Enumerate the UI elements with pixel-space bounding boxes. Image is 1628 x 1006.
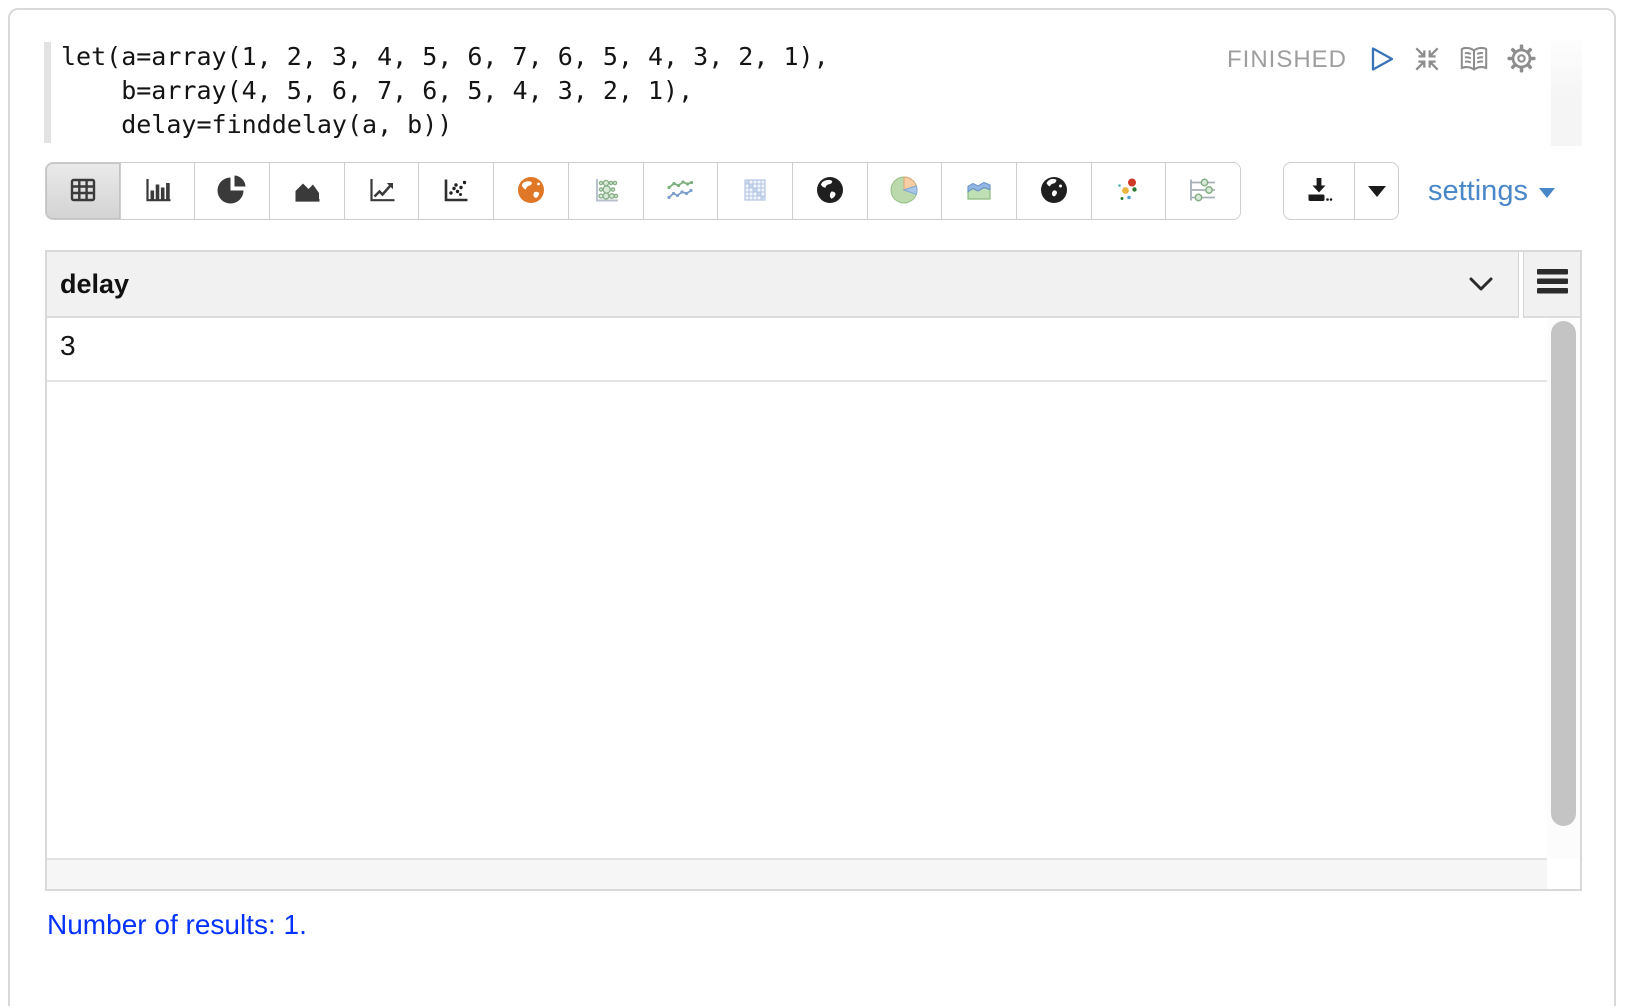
- chevron-down-icon: [1368, 186, 1386, 197]
- toolbar-button-stacked-area-chart[interactable]: [942, 163, 1017, 219]
- toolbar-button-pie-chart[interactable]: [195, 163, 270, 219]
- bar-chart-icon: [141, 173, 175, 210]
- table-row: 3: [47, 318, 1547, 382]
- bubble-chart-icon: [589, 173, 623, 210]
- collapse-icon: [1412, 44, 1442, 77]
- toolbar-button-bubble-chart[interactable]: [569, 163, 644, 219]
- horizontal-scrollbar-track[interactable]: [47, 858, 1547, 889]
- heatmap-icon: [738, 173, 772, 210]
- world-map-dark-icon: [813, 173, 847, 210]
- range-filters-icon: [1186, 173, 1220, 210]
- table-menu-button[interactable]: [1523, 252, 1580, 318]
- table-cell-delay: 3: [47, 318, 1547, 362]
- download-split-button: [1283, 162, 1399, 220]
- editor-gutter-bar: [44, 42, 51, 143]
- column-header-label: delay: [47, 269, 129, 300]
- multi-line-chart-icon: [663, 173, 697, 210]
- hamburger-menu-icon: [1537, 269, 1568, 299]
- vertical-scrollbar-track[interactable]: [1547, 318, 1580, 858]
- code-line: let(a=array(1, 2, 3, 4, 5, 6, 7, 6, 5, 4…: [61, 40, 829, 74]
- toolbar-button-range-filters[interactable]: [1166, 163, 1240, 219]
- chart-type-toolbar: [45, 162, 1241, 220]
- world-map-orange-icon: [514, 173, 548, 210]
- docs-book-icon: [1457, 44, 1491, 77]
- chevron-down-icon: [1539, 188, 1555, 198]
- run-button[interactable]: [1366, 44, 1397, 77]
- area-chart-icon: [290, 173, 324, 210]
- toolbar-button-globe-projection-dark[interactable]: [1017, 163, 1092, 219]
- download-button[interactable]: [1284, 163, 1355, 219]
- code-line: b=array(4, 5, 6, 7, 6, 5, 4, 3, 2, 1),: [61, 74, 829, 108]
- results-count-text: Number of results: 1.: [47, 909, 307, 941]
- collapse-button[interactable]: [1412, 44, 1442, 77]
- toolbar-button-pie-chart-colored[interactable]: [868, 163, 943, 219]
- toolbar-button-table-view[interactable]: [46, 163, 121, 219]
- docs-button[interactable]: [1457, 44, 1491, 77]
- table-header-row: delay: [47, 252, 1580, 318]
- toolbar-button-heatmap[interactable]: [718, 163, 793, 219]
- pie-chart-icon: [215, 173, 249, 210]
- vertical-scrollbar-thumb[interactable]: [1551, 321, 1576, 826]
- code-line: delay=finddelay(a, b)): [61, 108, 829, 142]
- column-header-delay[interactable]: delay: [47, 252, 1519, 318]
- toolbar-button-line-chart[interactable]: [345, 163, 420, 219]
- download-icon: [1302, 175, 1336, 208]
- toolbar-button-world-map-orange[interactable]: [494, 163, 569, 219]
- toolbar-button-multi-line-chart[interactable]: [644, 163, 719, 219]
- toolbar-button-world-map-dark[interactable]: [793, 163, 868, 219]
- query-settings-button[interactable]: [1506, 43, 1537, 77]
- globe-projection-dark-icon: [1037, 173, 1071, 210]
- table-view-icon: [66, 173, 100, 210]
- run-icon: [1366, 44, 1397, 77]
- toolbar-button-area-chart[interactable]: [270, 163, 345, 219]
- scatter-plot-icon: [439, 173, 473, 210]
- status-badge: FINISHED: [1227, 46, 1347, 74]
- pie-chart-colored-icon: [887, 173, 921, 210]
- toolbar-button-scatter-plot[interactable]: [419, 163, 494, 219]
- stacked-area-chart-icon: [962, 173, 996, 210]
- result-table: delay 3: [45, 250, 1582, 891]
- colored-scatter-plot-icon: [1111, 173, 1145, 210]
- toolbar-button-colored-scatter-plot[interactable]: [1092, 163, 1167, 219]
- line-chart-icon: [365, 173, 399, 210]
- settings-link[interactable]: settings: [1428, 162, 1555, 220]
- editor-scrollbar-track[interactable]: [1551, 40, 1582, 146]
- gear-icon: [1506, 43, 1537, 77]
- settings-label: settings: [1428, 175, 1528, 208]
- chevron-down-icon[interactable]: [1468, 276, 1494, 297]
- toolbar-button-bar-chart[interactable]: [121, 163, 196, 219]
- scrollbar-corner: [1547, 858, 1580, 889]
- status-bar: FINISHED: [1227, 42, 1537, 78]
- table-body: 3: [47, 318, 1580, 889]
- download-options-button[interactable]: [1355, 163, 1398, 219]
- query-code: let(a=array(1, 2, 3, 4, 5, 6, 7, 6, 5, 4…: [61, 40, 829, 142]
